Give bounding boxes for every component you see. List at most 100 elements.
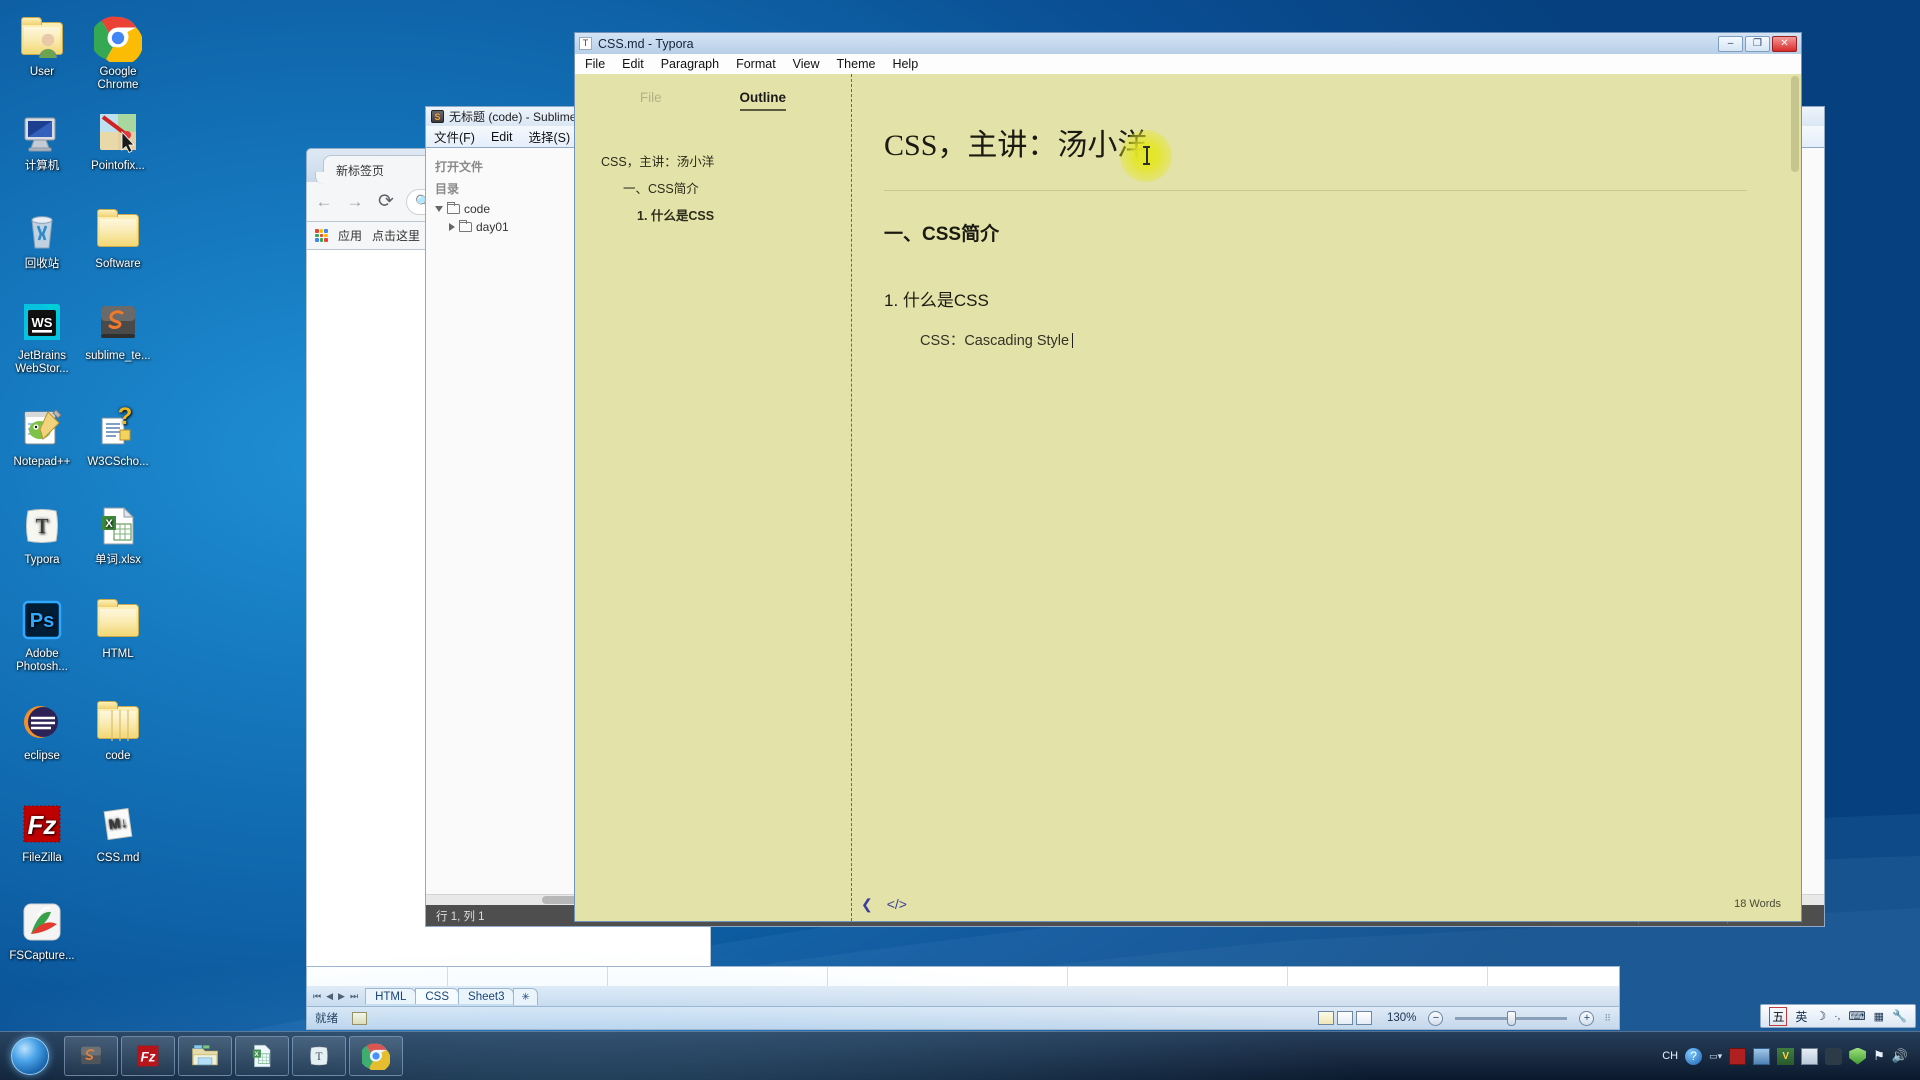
outline-item-h2[interactable]: 一、CSS简介: [601, 174, 851, 201]
back-arrow-icon[interactable]: ←: [313, 191, 335, 213]
taskbar-item-explorer[interactable]: [178, 1036, 232, 1076]
nav-first-icon[interactable]: ⏮: [313, 991, 321, 1002]
desktop-icon-computer[interactable]: 计算机: [4, 108, 80, 173]
svg-text:WS: WS: [32, 315, 53, 330]
excel-window[interactable]: ⏮ ◀ ▶ ⏭ HTML CSS Sheet3 ✳ 就绪 130% − + ⠿: [306, 966, 1620, 1032]
keyboard-icon[interactable]: ⌨: [1848, 1009, 1865, 1023]
nav-next-icon[interactable]: ▶: [338, 991, 345, 1002]
taskbar-item-excel[interactable]: X: [235, 1036, 289, 1076]
resize-grip-icon[interactable]: ⠿: [1604, 1013, 1611, 1024]
soft-keyboard-icon[interactable]: ▦: [1874, 1010, 1884, 1023]
desktop-icon-label: Typora: [24, 554, 60, 566]
excel-record-macro-icon[interactable]: [352, 1011, 367, 1025]
minimize-button[interactable]: –: [1718, 35, 1743, 52]
start-button[interactable]: [2, 1034, 58, 1078]
chevron-down-icon[interactable]: [435, 206, 443, 212]
desktop-icon-recycle-bin[interactable]: 回收站: [4, 206, 80, 271]
typora-menu-edit[interactable]: Edit: [622, 57, 644, 71]
desktop-icon-user[interactable]: User: [4, 14, 80, 79]
nav-last-icon[interactable]: ⏭: [350, 991, 358, 1002]
punctuation-icon[interactable]: ·,: [1834, 1011, 1840, 1022]
zoom-out-icon[interactable]: −: [1428, 1010, 1444, 1026]
desktop-icon-software[interactable]: Software: [80, 206, 156, 271]
typora-window[interactable]: T CSS.md - Typora – ❐ ✕ File Edit Paragr…: [574, 32, 1802, 944]
taskbar-item-filezilla[interactable]: Fz: [121, 1036, 175, 1076]
desktop-icon-label: User: [29, 66, 55, 78]
typora-tab-file[interactable]: File: [640, 90, 662, 111]
typora-menu-help[interactable]: Help: [892, 57, 918, 71]
sublime-menu-selection[interactable]: 选择(S): [529, 127, 571, 146]
desktop-icon-google-chrome[interactable]: Google Chrome: [80, 14, 156, 91]
help-icon[interactable]: ?: [1685, 1047, 1703, 1065]
capture-icon[interactable]: [1753, 1047, 1771, 1065]
nav-prev-icon[interactable]: ◀: [326, 991, 333, 1002]
taskbar-item-sublime[interactable]: [64, 1036, 118, 1076]
typora-menu-theme[interactable]: Theme: [837, 57, 876, 71]
desktop-icon-sublime-text[interactable]: sublime_te...: [80, 298, 156, 363]
media-icon[interactable]: [1729, 1047, 1747, 1065]
source-code-icon[interactable]: </>: [887, 896, 907, 913]
chevron-right-icon[interactable]: [449, 223, 455, 231]
view-pagelayout-icon[interactable]: [1336, 1011, 1353, 1025]
sublime-menu-edit[interactable]: Edit: [491, 130, 513, 144]
bookmark-click-here[interactable]: 点击这里: [372, 227, 420, 244]
apps-grid-icon[interactable]: [315, 229, 328, 242]
chevron-left-icon[interactable]: ❮: [861, 896, 873, 913]
outline-item-h1[interactable]: CSS，主讲：汤小洋: [601, 147, 851, 174]
desktop-icon-html-folder[interactable]: HTML: [80, 596, 156, 661]
excel-new-sheet-button[interactable]: ✳: [513, 987, 538, 1005]
explorer-icon: [192, 1045, 218, 1066]
desktop-icon-pointofix[interactable]: Pointofix...: [80, 108, 156, 173]
bookmark-apps[interactable]: 应用: [338, 227, 362, 244]
sublime-menu-file[interactable]: 文件(F): [434, 127, 475, 146]
excel-tab-sheet3[interactable]: Sheet3: [458, 988, 515, 1004]
desktop-icon-adobe-photoshop[interactable]: Ps Adobe Photosh...: [4, 596, 80, 673]
typora-tab-outline[interactable]: Outline: [739, 90, 787, 111]
desktop-icon-fscapture[interactable]: FSCapture...: [4, 898, 80, 963]
wrench-icon[interactable]: 🔧: [1892, 1009, 1907, 1023]
desktop-icon-css-md[interactable]: M↓ CSS.md: [80, 800, 156, 865]
zoom-in-icon[interactable]: +: [1579, 1010, 1595, 1026]
network-icon[interactable]: [1801, 1047, 1819, 1065]
taskbar-item-typora[interactable]: T: [292, 1036, 346, 1076]
moon-icon[interactable]: ☽: [1815, 1009, 1826, 1023]
typora-menu-file[interactable]: File: [585, 57, 605, 71]
desktop-icon-danci-xlsx[interactable]: X 单词.xlsx: [80, 502, 156, 567]
desktop-icon-w3cschool[interactable]: ? W3CScho...: [80, 403, 156, 469]
volume-icon[interactable]: 🔊: [1892, 1048, 1908, 1064]
typora-menu-format[interactable]: Format: [736, 57, 776, 71]
ime-language-indicator[interactable]: 英: [1795, 1008, 1807, 1025]
flag-icon[interactable]: ⚑: [1873, 1048, 1885, 1064]
maximize-button[interactable]: ❐: [1745, 35, 1770, 52]
desktop-icon-typora[interactable]: T Typora: [4, 502, 80, 567]
view-pagebreak-icon[interactable]: [1355, 1011, 1372, 1025]
ime-mode-indicator[interactable]: 五: [1769, 1006, 1788, 1026]
typora-menu-paragraph[interactable]: Paragraph: [661, 57, 719, 71]
excel-tab-html[interactable]: HTML: [365, 988, 417, 1004]
taskbar-item-chrome[interactable]: [349, 1036, 403, 1076]
desktop-icon-filezilla[interactable]: Fz FileZilla: [4, 800, 80, 865]
shield-icon[interactable]: [1849, 1047, 1867, 1065]
ime-language-bar[interactable]: 五 英 ☽ ·, ⌨ ▦ 🔧: [1760, 1004, 1916, 1028]
close-button[interactable]: ✕: [1772, 35, 1797, 52]
desktop-icon-jetbrains-webstorm[interactable]: WS JetBrains WebStor...: [4, 298, 80, 375]
show-hidden-icon[interactable]: ▭▾: [1709, 1051, 1722, 1062]
typora-menu-view[interactable]: View: [793, 57, 820, 71]
forward-arrow-icon[interactable]: →: [344, 191, 366, 213]
typora-titlebar[interactable]: T CSS.md - Typora – ❐ ✕: [574, 32, 1802, 54]
excel-sheet-nav[interactable]: ⏮ ◀ ▶ ⏭: [309, 991, 365, 1002]
typora-editor[interactable]: CSS，主讲：汤小洋 一、CSS简介 1. 什么是CSS CSS：Cascadi…: [852, 74, 1801, 921]
sound-device-icon[interactable]: [1825, 1047, 1843, 1065]
excel-tab-css[interactable]: CSS: [415, 988, 460, 1004]
excel-zoom-slider[interactable]: [1455, 1010, 1568, 1026]
outline-item-h3[interactable]: 1. 什么是CSS: [601, 201, 851, 228]
desktop-icon-code-folder[interactable]: code: [80, 698, 156, 763]
antivirus-icon[interactable]: V: [1777, 1047, 1795, 1065]
view-normal-icon[interactable]: [1317, 1011, 1334, 1025]
typora-scrollbar[interactable]: [1791, 76, 1799, 172]
tray-language-indicator[interactable]: CH: [1662, 1050, 1678, 1062]
desktop-icon-eclipse[interactable]: eclipse: [4, 698, 80, 763]
chrome-tab-newtab[interactable]: 新标签页: [315, 155, 441, 184]
desktop-icon-notepadpp[interactable]: Notepad++: [4, 404, 80, 469]
reload-icon[interactable]: ⟳: [375, 191, 397, 213]
